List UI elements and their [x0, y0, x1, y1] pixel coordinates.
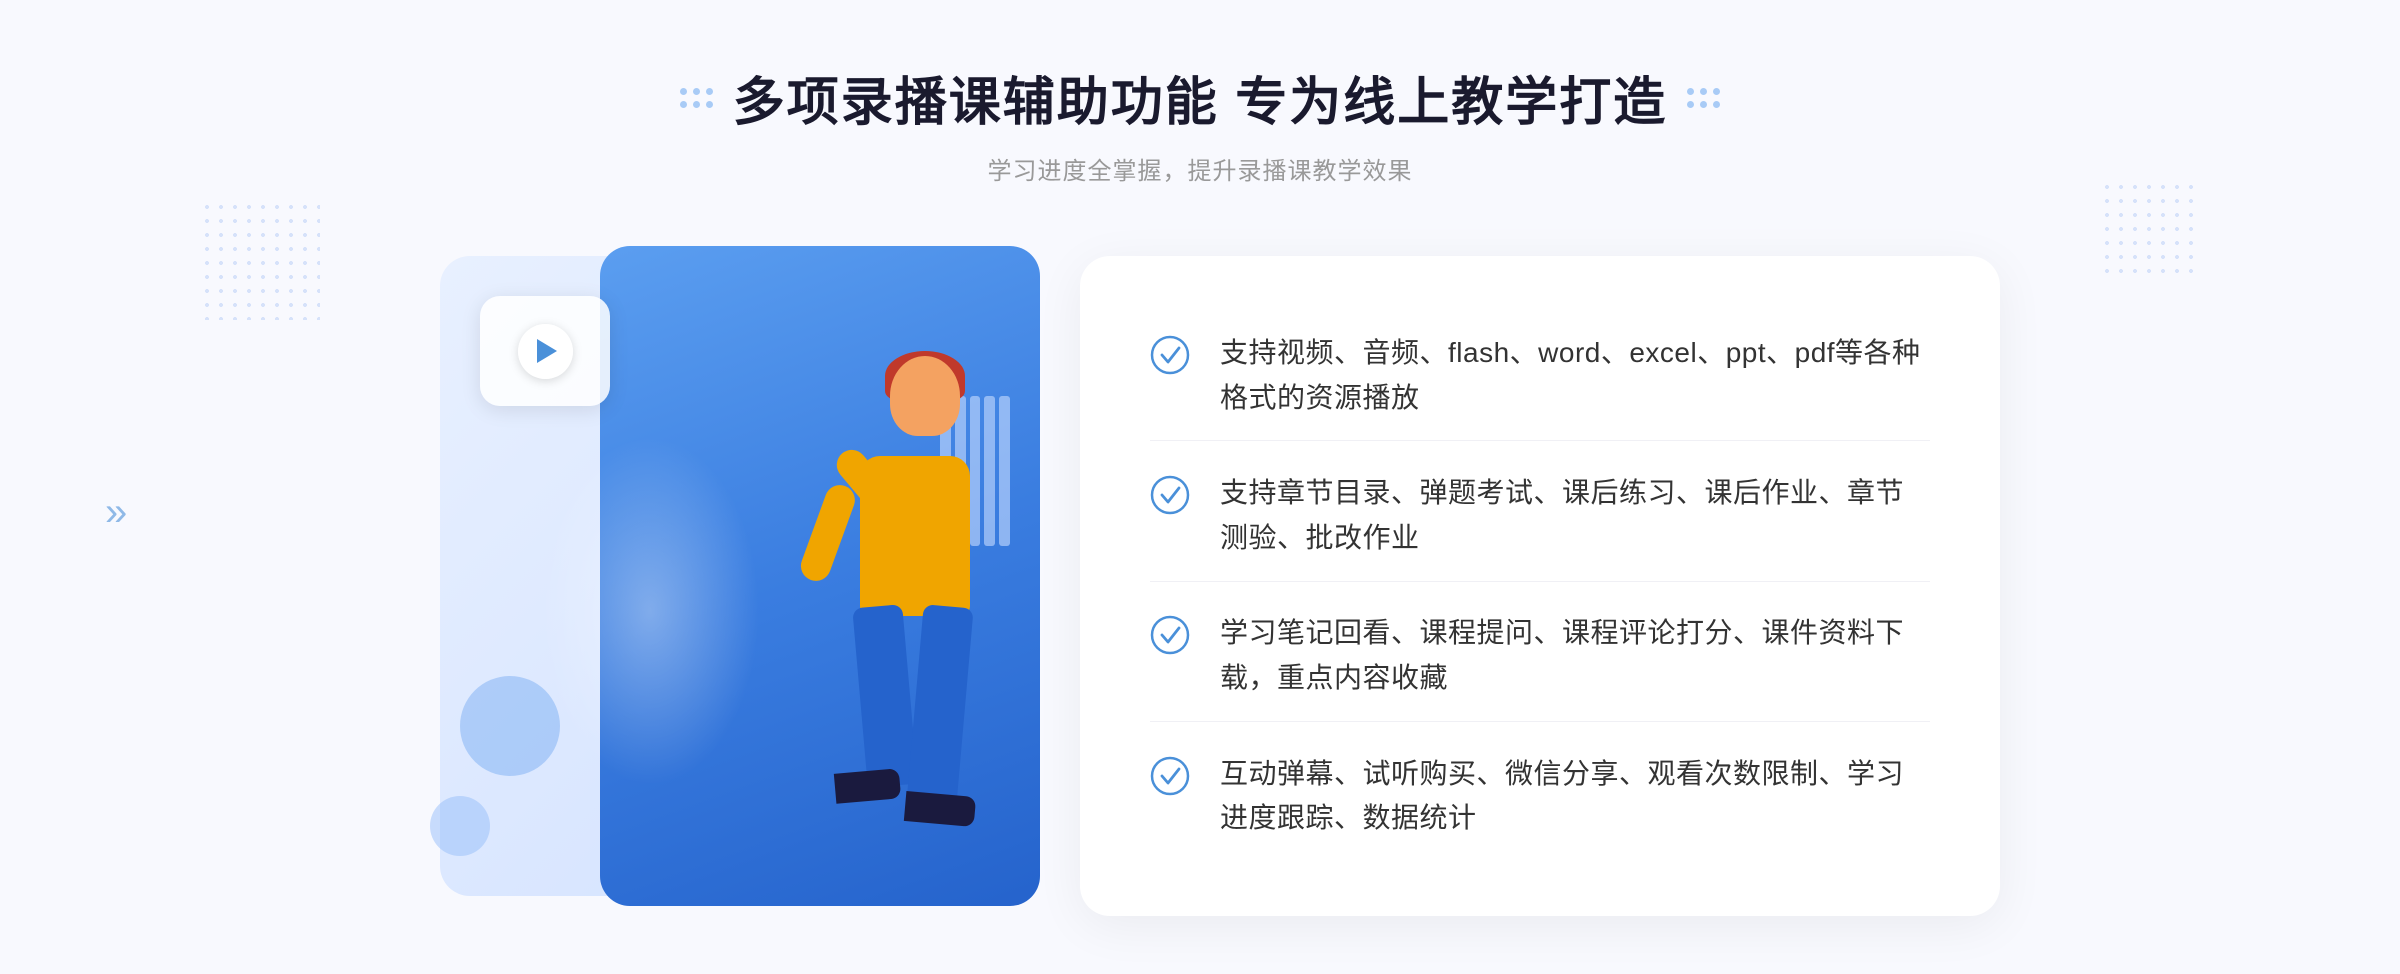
person-leg-left [852, 604, 917, 788]
feature-text-1: 支持视频、音频、flash、word、excel、ppt、pdf等各种格式的资源… [1220, 331, 1930, 421]
features-area: 支持视频、音频、flash、word、excel、ppt、pdf等各种格式的资源… [1080, 256, 2000, 916]
feature-item-4: 互动弹幕、试听购买、微信分享、观看次数限制、学习进度跟踪、数据统计 [1150, 732, 1930, 862]
feature-item-3: 学习笔记回看、课程提问、课程评论打分、课件资料下载，重点内容收藏 [1150, 591, 1930, 722]
dots-decoration-left [200, 200, 320, 320]
feature-text-4: 互动弹幕、试听购买、微信分享、观看次数限制、学习进度跟踪、数据统计 [1220, 752, 1930, 842]
check-circle-icon-2 [1150, 475, 1190, 515]
title-section: 多项录播课辅助功能 专为线上教学打造 学习进度全掌握，提升录播课教学效果 [680, 60, 1720, 186]
content-area: 支持视频、音频、flash、word、excel、ppt、pdf等各种格式的资源… [400, 236, 2000, 936]
deco-dots-right [1687, 88, 1720, 108]
video-bubble [480, 296, 610, 406]
person-figure [760, 356, 1020, 916]
person-shoe-right [904, 791, 976, 827]
person-leg-right [906, 604, 973, 808]
title-decorators: 多项录播课辅助功能 专为线上教学打造 [680, 60, 1720, 135]
page-container: » 多项录播课辅助功能 专为线上教学打造 学习进度全掌握，提升录播课教学效果 [0, 0, 2400, 974]
light-beam [540, 436, 760, 786]
play-icon [518, 324, 573, 379]
feature-item-1: 支持视频、音频、flash、word、excel、ppt、pdf等各种格式的资源… [1150, 311, 1930, 442]
deco-circle-1 [460, 676, 560, 776]
person-shoe-left [834, 768, 901, 804]
check-circle-icon-1 [1150, 335, 1190, 375]
deco-dots-left [680, 88, 713, 108]
deco-circle-2 [430, 796, 490, 856]
person-arm-left [797, 481, 859, 585]
illustration-area [400, 236, 1100, 936]
page-main-title: 多项录播课辅助功能 专为线上教学打造 [733, 60, 1667, 135]
chevron-left-icon: » [105, 490, 127, 535]
person-body [860, 456, 970, 616]
dots-decoration-right [2100, 180, 2200, 280]
check-circle-icon-3 [1150, 615, 1190, 655]
page-sub-title: 学习进度全掌握，提升录播课教学效果 [680, 151, 1720, 186]
feature-text-3: 学习笔记回看、课程提问、课程评论打分、课件资料下载，重点内容收藏 [1220, 611, 1930, 701]
feature-text-2: 支持章节目录、弹题考试、课后练习、课后作业、章节测验、批改作业 [1220, 471, 1930, 561]
check-circle-icon-4 [1150, 756, 1190, 796]
play-triangle [537, 339, 557, 363]
person-head [890, 356, 960, 436]
feature-item-2: 支持章节目录、弹题考试、课后练习、课后作业、章节测验、批改作业 [1150, 451, 1930, 582]
